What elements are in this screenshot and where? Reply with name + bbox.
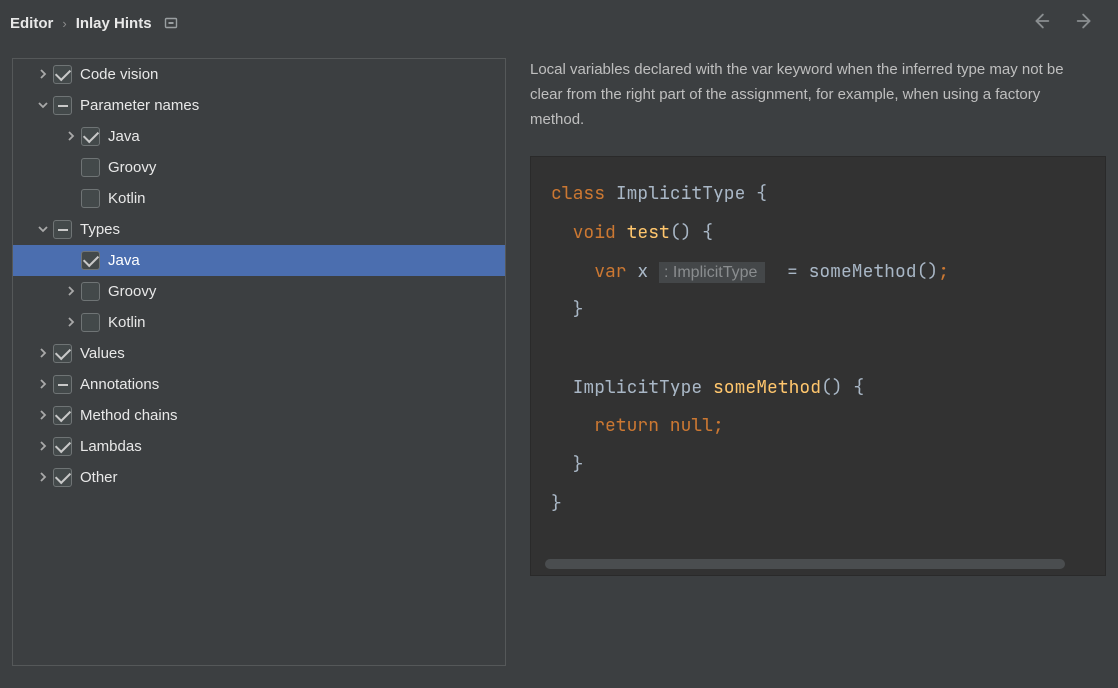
tree-row[interactable]: Groovy — [13, 152, 505, 183]
checkbox[interactable] — [53, 344, 72, 363]
nav-forward-button[interactable] — [1070, 8, 1100, 38]
chevron-right-icon[interactable] — [33, 378, 53, 392]
setting-description: Local variables declared with the var ke… — [530, 58, 1106, 132]
chevron-right-icon[interactable] — [61, 285, 81, 299]
tree-row[interactable]: Method chains — [13, 400, 505, 431]
breadcrumb-current: Inlay Hints — [76, 15, 152, 32]
code-token: ImplicitType — [616, 182, 756, 205]
tree-item-label: Kotlin — [108, 190, 146, 207]
tree-item-label: Parameter names — [80, 97, 199, 114]
tree-row[interactable]: Java — [13, 121, 505, 152]
checkbox[interactable] — [81, 189, 100, 208]
tree-item-label: Method chains — [80, 407, 178, 424]
tree-row[interactable]: Kotlin — [13, 307, 505, 338]
checkbox[interactable] — [53, 406, 72, 425]
chevron-down-icon[interactable] — [33, 223, 53, 237]
chevron-right-icon[interactable] — [61, 130, 81, 144]
tree-item-label: Java — [108, 252, 140, 269]
checkbox[interactable] — [53, 65, 72, 84]
checkbox[interactable] — [81, 127, 100, 146]
checkbox[interactable] — [53, 220, 72, 239]
chevron-right-icon[interactable] — [33, 68, 53, 82]
breadcrumb-separator: › — [62, 16, 66, 31]
settings-badge-icon — [164, 16, 178, 30]
tree-item-label: Java — [108, 128, 140, 145]
code-token: return null — [594, 414, 713, 437]
settings-tree[interactable]: Code vision Parameter names Java Groovy Kotl… — [12, 58, 506, 666]
code-token — [551, 260, 594, 283]
tree-item-label: Values — [80, 345, 125, 362]
code-token: } — [551, 492, 562, 515]
detail-panel: Local variables declared with the var ke… — [530, 58, 1106, 666]
code-token: someMethod — [713, 376, 821, 399]
chevron-right-icon[interactable] — [33, 471, 53, 485]
chevron-right-icon[interactable] — [61, 316, 81, 330]
tree-item-label: Kotlin — [108, 314, 146, 331]
checkbox[interactable] — [81, 251, 100, 270]
inlay-hint: : ImplicitType — [659, 262, 765, 283]
tree-item-label: Annotations — [80, 376, 159, 393]
code-token: x — [637, 260, 659, 283]
chevron-down-icon[interactable] — [33, 99, 53, 113]
chevron-right-icon[interactable] — [33, 409, 53, 423]
tree-item-label: Groovy — [108, 283, 156, 300]
tree-item-label: Groovy — [108, 159, 156, 176]
code-token — [551, 414, 594, 437]
tree-item-label: Other — [80, 469, 118, 486]
nav-back-button[interactable] — [1026, 8, 1056, 38]
code-preview: class ImplicitType { void test() { var x… — [530, 156, 1106, 576]
code-token: void — [573, 221, 627, 244]
checkbox[interactable] — [53, 468, 72, 487]
code-token: } — [551, 453, 583, 476]
tree-row[interactable]: Other — [13, 462, 505, 493]
tree-row[interactable]: Values — [13, 338, 505, 369]
code-token: ImplicitType — [551, 376, 713, 399]
horizontal-scrollbar[interactable] — [545, 559, 1065, 569]
tree-row[interactable]: Parameter names — [13, 90, 505, 121]
code-token: ; — [938, 260, 949, 283]
code-token: class — [551, 182, 616, 205]
checkbox[interactable] — [53, 437, 72, 456]
tree-row[interactable]: Groovy — [13, 276, 505, 307]
tree-row[interactable]: Lambdas — [13, 431, 505, 462]
checkbox[interactable] — [53, 375, 72, 394]
code-preview-text: class ImplicitType { void test() { var x… — [551, 175, 1085, 523]
tree-row[interactable]: Java — [13, 245, 505, 276]
code-token: ; — [713, 414, 724, 437]
checkbox[interactable] — [81, 282, 100, 301]
checkbox[interactable] — [53, 96, 72, 115]
code-token: () { — [670, 221, 713, 244]
code-token: () { — [821, 376, 864, 399]
tree-item-label: Types — [80, 221, 120, 238]
chevron-right-icon[interactable] — [33, 440, 53, 454]
code-token — [551, 337, 562, 360]
chevron-right-icon[interactable] — [33, 347, 53, 361]
breadcrumb: Editor › Inlay Hints — [0, 0, 1118, 46]
code-token: { — [756, 182, 767, 205]
code-token: } — [551, 298, 583, 321]
breadcrumb-parent[interactable]: Editor — [10, 15, 53, 32]
code-token: var — [594, 260, 637, 283]
code-token — [551, 221, 573, 244]
checkbox[interactable] — [81, 158, 100, 177]
tree-item-label: Code vision — [80, 66, 158, 83]
code-token: test — [627, 221, 670, 244]
checkbox[interactable] — [81, 313, 100, 332]
tree-row[interactable]: Types — [13, 214, 505, 245]
code-token: = someMethod() — [765, 260, 938, 283]
tree-row[interactable]: Annotations — [13, 369, 505, 400]
tree-item-label: Lambdas — [80, 438, 142, 455]
tree-row[interactable]: Code vision — [13, 59, 505, 90]
tree-row[interactable]: Kotlin — [13, 183, 505, 214]
